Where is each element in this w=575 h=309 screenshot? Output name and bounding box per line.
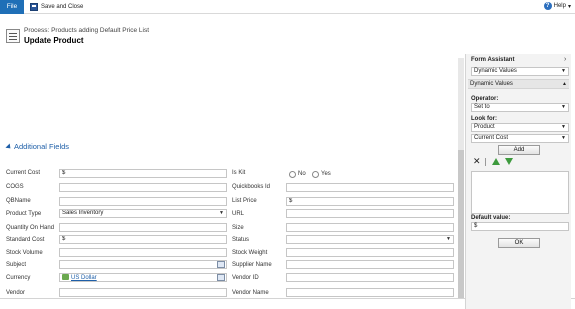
stock-weight-label: Stock Weight (232, 250, 268, 256)
cogs-field[interactable] (59, 183, 227, 192)
vendor-field[interactable] (59, 288, 227, 297)
ok-button[interactable]: OK (498, 238, 540, 248)
dropdown-arrow-icon: ▼ (561, 124, 566, 130)
dropdown-arrow-icon: ▼ (446, 236, 451, 242)
stock-volume-label: Stock Volume (6, 250, 43, 256)
subject-field[interactable] (59, 260, 227, 269)
look-for-entity-select[interactable]: Product ▼ (471, 123, 569, 132)
form-assistant-title: Form Assistant (471, 57, 515, 63)
url-label: URL (232, 211, 245, 217)
supplier-name-field[interactable] (286, 260, 454, 269)
supplier-name-label: Supplier Name (232, 262, 272, 268)
chevron-down-icon: ▾ (567, 3, 571, 10)
lookup-icon[interactable] (217, 274, 225, 281)
section-title: Additional Fields (14, 142, 70, 151)
default-value-label: Default value: (471, 215, 511, 221)
toolbar-separator (485, 158, 486, 166)
list-price-field[interactable]: $ (286, 197, 454, 206)
product-type-label: Product Type (6, 211, 42, 217)
standard-cost-label: Standard Cost (6, 237, 45, 243)
dropdown-arrow-icon: ▼ (561, 135, 566, 141)
save-and-close-label: Save and Close (41, 4, 84, 10)
currency-label: Currency (6, 275, 31, 281)
size-field[interactable] (286, 223, 454, 232)
is-kit-no-label: No (298, 171, 306, 177)
look-for-entity-value: Product (474, 124, 495, 130)
is-kit-no-radio[interactable] (289, 171, 296, 178)
vendor-name-label: Vendor Name (232, 290, 269, 296)
collapse-icon (5, 142, 13, 151)
default-value-field[interactable]: $ (471, 222, 569, 231)
chevron-right-icon[interactable]: › (564, 56, 566, 63)
quantity-on-hand-label: Quantity On Hand (6, 225, 55, 231)
vendor-id-label: Vendor ID (232, 275, 259, 281)
vendor-name-field[interactable] (286, 288, 454, 297)
operator-label: Operator: (471, 96, 499, 102)
is-kit-yes-label: Yes (321, 171, 331, 177)
dynamic-values-list[interactable] (471, 171, 569, 214)
standard-cost-field[interactable]: $ (59, 235, 227, 244)
move-down-icon[interactable] (505, 158, 513, 165)
look-for-label: Look for: (471, 116, 497, 122)
stock-volume-field[interactable] (59, 248, 227, 257)
product-type-select[interactable]: Sales Inventory ▼ (59, 209, 227, 218)
quickbooks-id-field[interactable] (286, 183, 454, 192)
product-type-value: Sales Inventory (62, 210, 104, 216)
chevron-up-icon: ▲ (562, 81, 567, 87)
current-cost-label: Current Cost (6, 170, 41, 176)
dynamic-values-header[interactable]: Dynamic Values ▲ (468, 79, 569, 89)
operator-select[interactable]: Set to ▼ (471, 103, 569, 112)
currency-icon (62, 274, 69, 280)
current-cost-field[interactable]: $ (59, 169, 227, 178)
add-button[interactable]: Add (498, 145, 540, 155)
save-icon (30, 3, 38, 11)
dropdown-arrow-icon: ▼ (561, 104, 566, 110)
qbname-field[interactable] (59, 197, 227, 206)
quantity-on-hand-field[interactable] (59, 223, 227, 232)
stock-weight-field[interactable] (286, 248, 454, 257)
delete-icon[interactable]: ✕ (473, 157, 481, 166)
is-kit-label: Is Kit (232, 170, 246, 176)
vendor-id-field[interactable] (286, 273, 454, 282)
help-icon: ? (543, 2, 552, 10)
dynamic-values-header-label: Dynamic Values (470, 81, 513, 87)
help-label: Help (553, 3, 566, 9)
form-assistant-mode-value: Dynamic Values (474, 68, 517, 74)
vendor-label: Vendor (6, 290, 26, 296)
size-label: Size (232, 225, 244, 231)
currency-field[interactable]: US Dollar (59, 273, 227, 282)
cogs-label: COGS (6, 184, 24, 190)
page-title: Update Product (24, 36, 84, 45)
subject-label: Subject (6, 262, 27, 268)
form-header: Process: Products adding Default Price L… (0, 15, 463, 55)
qbname-label: QBName (6, 198, 31, 204)
look-for-field-select[interactable]: Current Cost ▼ (471, 134, 569, 143)
status-select[interactable]: ▼ (286, 235, 454, 244)
process-icon (6, 29, 20, 43)
process-text: Process: Products adding Default Price L… (24, 27, 150, 34)
file-button[interactable]: File (0, 0, 24, 14)
dropdown-arrow-icon: ▼ (561, 68, 566, 74)
operator-value: Set to (474, 104, 490, 110)
url-field[interactable] (286, 209, 454, 218)
currency-link[interactable]: US Dollar (71, 275, 97, 281)
save-and-close-button[interactable]: Save and Close (30, 2, 83, 12)
is-kit-yes-radio[interactable] (312, 171, 319, 178)
help-menu[interactable]: ? Help ▾ (543, 2, 571, 10)
form-assistant-mode-select[interactable]: Dynamic Values ▼ (471, 67, 569, 76)
move-up-icon[interactable] (492, 158, 500, 165)
lookup-icon[interactable] (217, 261, 225, 268)
section-additional-fields[interactable]: Additional Fields (5, 142, 70, 151)
list-price-label: List Price (232, 198, 257, 204)
dropdown-arrow-icon: ▼ (219, 210, 224, 216)
quickbooks-id-label: Quickbooks Id (232, 184, 271, 190)
main-scrollbar-thumb[interactable] (458, 150, 464, 298)
look-for-field-value: Current Cost (474, 135, 509, 141)
ribbon (0, 0, 575, 14)
status-label: Status (232, 237, 250, 243)
